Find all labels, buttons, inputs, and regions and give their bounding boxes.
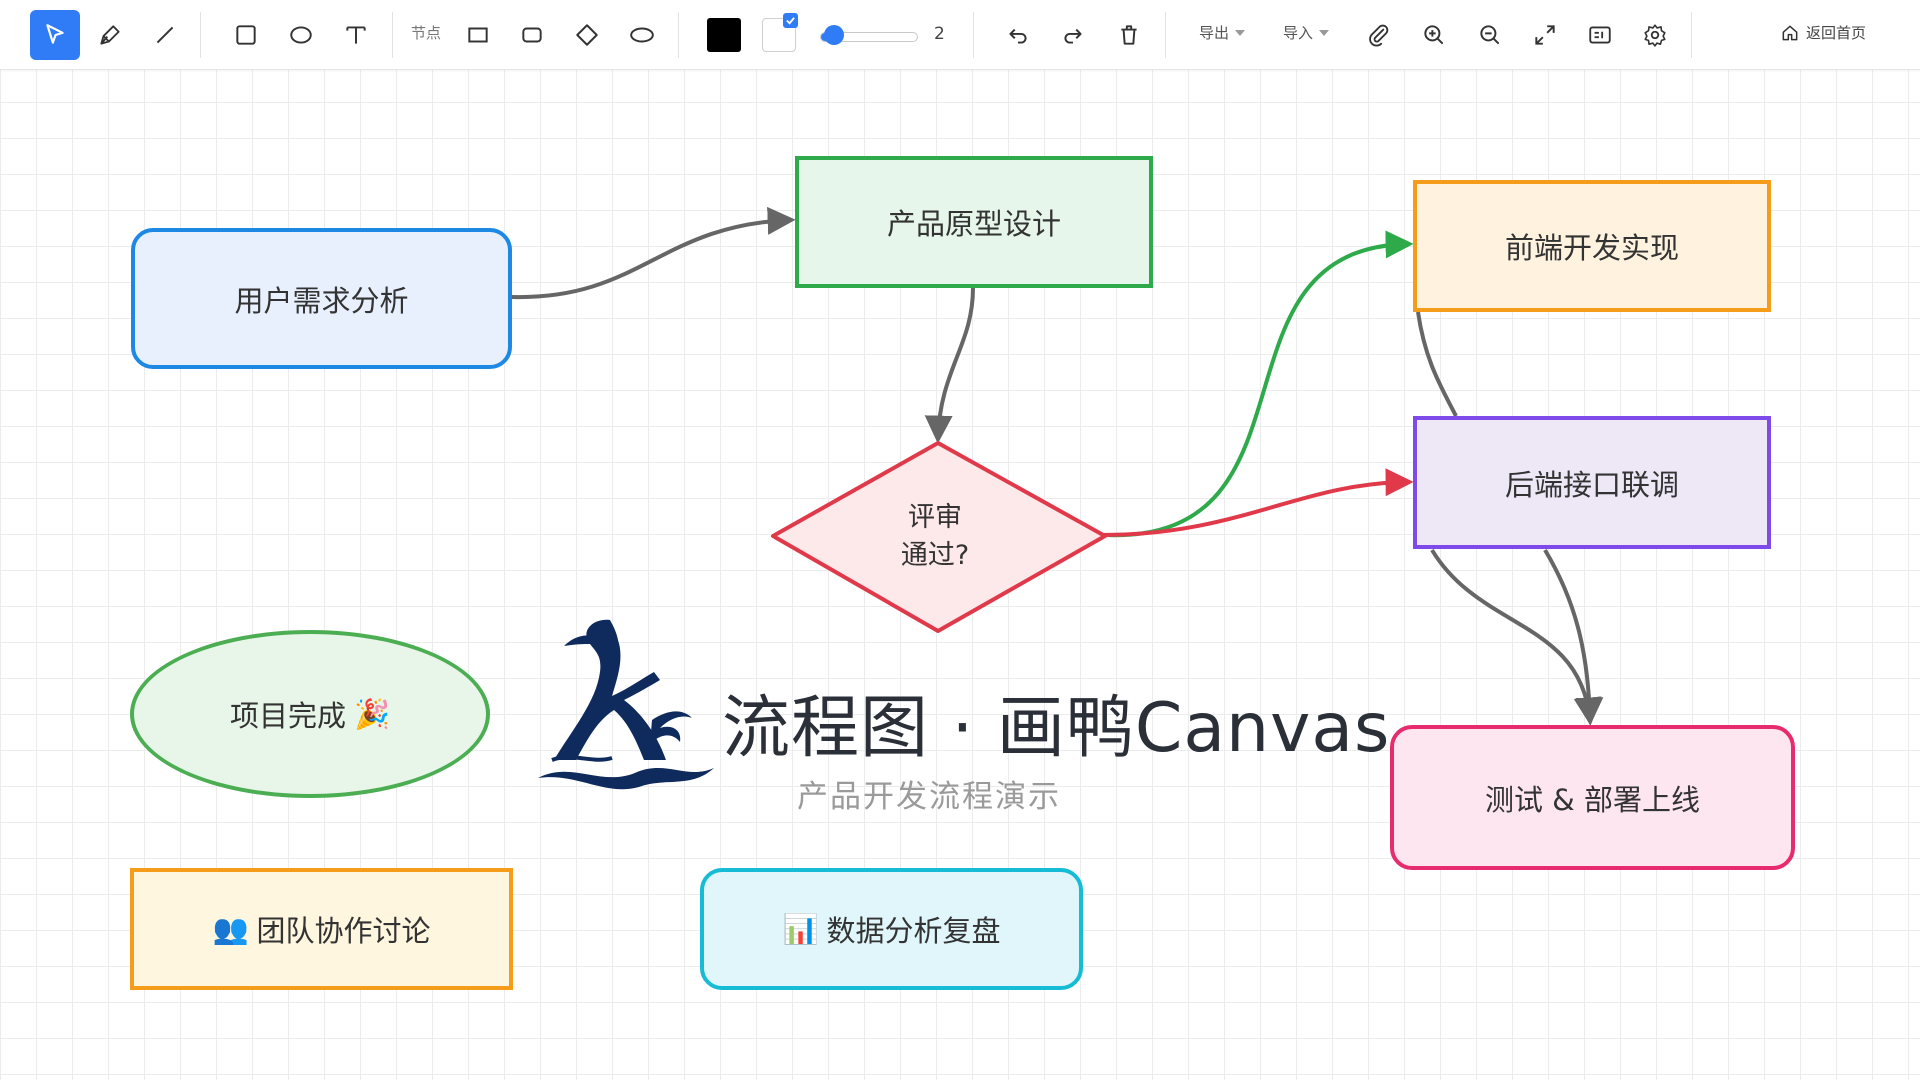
node-rounded-rectangle-button[interactable] xyxy=(507,10,557,60)
line-tool-button[interactable] xyxy=(140,10,190,60)
fullscreen-button[interactable] xyxy=(1520,10,1570,60)
ellipse-icon xyxy=(290,26,312,44)
import-label: 导入 xyxy=(1283,24,1314,42)
node-rectangle-button[interactable] xyxy=(453,10,503,60)
party-popper-icon: 🎉 xyxy=(353,696,391,731)
node-label: 团队协作讨论 xyxy=(256,914,431,948)
node-label: 项目完成 xyxy=(229,699,346,733)
text-tool-button[interactable] xyxy=(331,10,381,60)
home-icon xyxy=(1782,25,1798,40)
node-prototype[interactable]: 产品原型设计 xyxy=(795,156,1153,288)
zoom-out-button[interactable] xyxy=(1465,10,1515,60)
redo-icon xyxy=(1064,28,1082,44)
node-shapes-label: 节点 xyxy=(411,24,442,42)
stroke-width-value: 2 xyxy=(934,24,945,44)
settings-button[interactable] xyxy=(1630,10,1680,60)
node-requirements[interactable]: 用户需求分析 xyxy=(131,228,512,369)
node-backend[interactable]: 后端接口联调 xyxy=(1413,416,1771,549)
chevron-down-icon xyxy=(1319,29,1330,36)
ellipse-icon xyxy=(630,27,654,43)
node-deploy[interactable]: 测试 & 部署上线 xyxy=(1390,725,1795,870)
fill-enabled-checkbox[interactable] xyxy=(783,13,798,28)
checkmark-icon xyxy=(786,17,795,25)
bar-chart-icon: 📊 xyxy=(782,911,819,946)
stroke-color-swatch[interactable] xyxy=(707,18,741,52)
watermark-title: 流程图 · 画鸭Canvas xyxy=(722,689,1391,768)
review-line-2: 通过? xyxy=(900,540,970,571)
node-label: 数据分析复盘 xyxy=(826,914,1001,948)
toolbar: 节点 2 导出 导入 返回首页 xyxy=(0,0,1920,70)
zoom-in-button[interactable] xyxy=(1409,10,1459,60)
node-done[interactable]: 项目完成 🎉 xyxy=(130,630,490,798)
node-ellipse-button[interactable] xyxy=(617,10,667,60)
node-diamond-button[interactable] xyxy=(562,10,612,60)
undo-icon xyxy=(1009,28,1027,44)
node-label: 前端开发实现 xyxy=(1504,231,1679,265)
zoom-in-icon xyxy=(1424,25,1444,45)
watermark-subtitle: 产品开发流程演示 xyxy=(797,779,1061,815)
attach-button[interactable] xyxy=(1354,10,1404,60)
home-label: 返回首页 xyxy=(1806,24,1867,42)
select-tool-button[interactable] xyxy=(30,10,80,60)
delete-button[interactable] xyxy=(1104,10,1154,60)
zoom-out-icon xyxy=(1480,25,1500,45)
fullscreen-icon xyxy=(1535,25,1555,45)
ellipse-tool-button[interactable] xyxy=(276,10,326,60)
people-icon: 👥 xyxy=(212,911,249,946)
undo-button[interactable] xyxy=(993,10,1043,60)
settings-icon xyxy=(1644,24,1666,47)
line-icon xyxy=(156,26,174,44)
node-label: 产品原型设计 xyxy=(886,207,1061,241)
trash-icon xyxy=(1121,25,1137,45)
export-label: 导出 xyxy=(1199,24,1230,42)
import-dropdown[interactable]: 导入 xyxy=(1283,22,1330,43)
paperclip-icon xyxy=(1369,24,1389,47)
rounded-rectangle-icon xyxy=(522,27,542,43)
pen-tool-button[interactable] xyxy=(85,10,135,60)
node-review-label: 评审 通过? xyxy=(880,499,990,575)
node-frontend[interactable]: 前端开发实现 xyxy=(1413,180,1771,312)
chevron-down-icon xyxy=(1235,29,1246,36)
node-label: 用户需求分析 xyxy=(234,283,409,318)
review-line-1: 评审 xyxy=(908,502,962,533)
redo-button[interactable] xyxy=(1048,10,1098,60)
node-label: 测试 & 部署上线 xyxy=(1484,782,1701,817)
pen-icon xyxy=(100,25,120,45)
diamond-icon xyxy=(576,24,598,46)
export-dropdown[interactable]: 导出 xyxy=(1199,22,1246,43)
text-icon xyxy=(346,26,366,44)
node-data[interactable]: 📊 数据分析复盘 xyxy=(700,868,1083,990)
panel-button[interactable] xyxy=(1575,10,1625,60)
node-label: 后端接口联调 xyxy=(1504,467,1679,502)
slider-thumb[interactable] xyxy=(823,25,844,45)
home-button[interactable]: 返回首页 xyxy=(1780,22,1866,43)
kv-swan-logo xyxy=(538,619,714,790)
panel-icon xyxy=(1589,26,1611,44)
rectangle-tool-button[interactable] xyxy=(221,10,271,60)
node-team[interactable]: 👥 团队协作讨论 xyxy=(130,868,513,990)
rectangle-icon xyxy=(468,27,488,43)
pointer-icon xyxy=(46,24,64,44)
rectangle-icon xyxy=(236,25,256,45)
